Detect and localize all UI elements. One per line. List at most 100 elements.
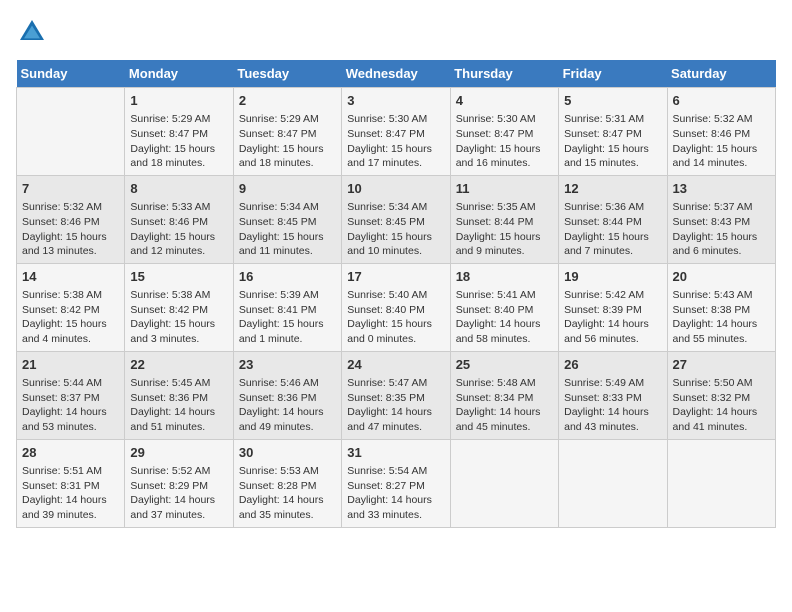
weekday-header-monday: Monday xyxy=(125,60,233,88)
day-info: Sunrise: 5:36 AM Sunset: 8:44 PM Dayligh… xyxy=(564,200,661,259)
day-number: 10 xyxy=(347,180,444,198)
day-info: Sunrise: 5:38 AM Sunset: 8:42 PM Dayligh… xyxy=(130,288,227,347)
day-info: Sunrise: 5:46 AM Sunset: 8:36 PM Dayligh… xyxy=(239,376,336,435)
day-info: Sunrise: 5:53 AM Sunset: 8:28 PM Dayligh… xyxy=(239,464,336,523)
day-info: Sunrise: 5:41 AM Sunset: 8:40 PM Dayligh… xyxy=(456,288,553,347)
day-info: Sunrise: 5:43 AM Sunset: 8:38 PM Dayligh… xyxy=(673,288,770,347)
calendar-cell: 14 Sunrise: 5:38 AM Sunset: 8:42 PM Dayli… xyxy=(17,263,125,351)
calendar-header: SundayMondayTuesdayWednesdayThursdayFrid… xyxy=(17,60,776,88)
logo-icon xyxy=(16,16,48,48)
calendar-cell: 8 Sunrise: 5:33 AM Sunset: 8:46 PM Daylig… xyxy=(125,175,233,263)
calendar-cell: 31Sunrise: 5:54 AM Sunset: 8:27 PM Dayli… xyxy=(342,439,450,527)
calendar-cell: 22 Sunrise: 5:45 AM Sunset: 8:36 PM Dayli… xyxy=(125,351,233,439)
calendar-cell: 20 Sunrise: 5:43 AM Sunset: 8:38 PM Dayli… xyxy=(667,263,775,351)
calendar-cell: 26 Sunrise: 5:49 AM Sunset: 8:33 PM Dayli… xyxy=(559,351,667,439)
calendar-cell: 17 Sunrise: 5:40 AM Sunset: 8:40 PM Dayli… xyxy=(342,263,450,351)
calendar-cell: 6 Sunrise: 5:32 AM Sunset: 8:46 PM Daylig… xyxy=(667,88,775,176)
day-info: Sunrise: 5:29 AM Sunset: 8:47 PM Dayligh… xyxy=(239,112,336,171)
day-info: Sunrise: 5:40 AM Sunset: 8:40 PM Dayligh… xyxy=(347,288,444,347)
weekday-header-saturday: Saturday xyxy=(667,60,775,88)
calendar-cell: 13Sunrise: 5:37 AM Sunset: 8:43 PM Dayli… xyxy=(667,175,775,263)
calendar-cell: 15Sunrise: 5:38 AM Sunset: 8:42 PM Dayli… xyxy=(125,263,233,351)
day-info: Sunrise: 5:49 AM Sunset: 8:33 PM Dayligh… xyxy=(564,376,661,435)
day-info: Sunrise: 5:30 AM Sunset: 8:47 PM Dayligh… xyxy=(347,112,444,171)
day-number: 29 xyxy=(130,444,227,462)
day-info: Sunrise: 5:29 AM Sunset: 8:47 PM Dayligh… xyxy=(130,112,227,171)
day-info: Sunrise: 5:48 AM Sunset: 8:34 PM Dayligh… xyxy=(456,376,553,435)
day-number: 4 xyxy=(456,92,553,110)
calendar-cell: 30 Sunrise: 5:53 AM Sunset: 8:28 PM Dayli… xyxy=(233,439,341,527)
day-number: 19 xyxy=(564,268,661,286)
weekday-header-friday: Friday xyxy=(559,60,667,88)
day-number: 30 xyxy=(239,444,336,462)
day-number: 7 xyxy=(22,180,119,198)
day-info: Sunrise: 5:34 AM Sunset: 8:45 PM Dayligh… xyxy=(347,200,444,259)
weekday-header-sunday: Sunday xyxy=(17,60,125,88)
calendar-week-4: 21 Sunrise: 5:44 AM Sunset: 8:37 PM Dayli… xyxy=(17,351,776,439)
calendar-cell: 9 Sunrise: 5:34 AM Sunset: 8:45 PM Daylig… xyxy=(233,175,341,263)
day-number: 25 xyxy=(456,356,553,374)
day-info: Sunrise: 5:42 AM Sunset: 8:39 PM Dayligh… xyxy=(564,288,661,347)
calendar-cell: 16 Sunrise: 5:39 AM Sunset: 8:41 PM Dayli… xyxy=(233,263,341,351)
calendar-cell: 10 Sunrise: 5:34 AM Sunset: 8:45 PM Dayli… xyxy=(342,175,450,263)
calendar-cell: 21 Sunrise: 5:44 AM Sunset: 8:37 PM Dayli… xyxy=(17,351,125,439)
day-number: 8 xyxy=(130,180,227,198)
day-info: Sunrise: 5:32 AM Sunset: 8:46 PM Dayligh… xyxy=(673,112,770,171)
day-number: 28 xyxy=(22,444,119,462)
day-number: 9 xyxy=(239,180,336,198)
calendar-cell: 5 Sunrise: 5:31 AM Sunset: 8:47 PM Daylig… xyxy=(559,88,667,176)
day-info: Sunrise: 5:34 AM Sunset: 8:45 PM Dayligh… xyxy=(239,200,336,259)
weekday-header-thursday: Thursday xyxy=(450,60,558,88)
calendar-cell: 4Sunrise: 5:30 AM Sunset: 8:47 PM Daylig… xyxy=(450,88,558,176)
calendar-cell xyxy=(17,88,125,176)
calendar-cell: 25 Sunrise: 5:48 AM Sunset: 8:34 PM Dayli… xyxy=(450,351,558,439)
day-info: Sunrise: 5:45 AM Sunset: 8:36 PM Dayligh… xyxy=(130,376,227,435)
day-info: Sunrise: 5:37 AM Sunset: 8:43 PM Dayligh… xyxy=(673,200,770,259)
day-number: 12 xyxy=(564,180,661,198)
calendar-cell: 18Sunrise: 5:41 AM Sunset: 8:40 PM Dayli… xyxy=(450,263,558,351)
calendar-cell: 2Sunrise: 5:29 AM Sunset: 8:47 PM Daylig… xyxy=(233,88,341,176)
day-info: Sunrise: 5:51 AM Sunset: 8:31 PM Dayligh… xyxy=(22,464,119,523)
day-info: Sunrise: 5:31 AM Sunset: 8:47 PM Dayligh… xyxy=(564,112,661,171)
day-number: 5 xyxy=(564,92,661,110)
day-info: Sunrise: 5:38 AM Sunset: 8:42 PM Dayligh… xyxy=(22,288,119,347)
day-number: 21 xyxy=(22,356,119,374)
day-info: Sunrise: 5:35 AM Sunset: 8:44 PM Dayligh… xyxy=(456,200,553,259)
calendar-cell xyxy=(450,439,558,527)
day-number: 14 xyxy=(22,268,119,286)
day-number: 26 xyxy=(564,356,661,374)
logo xyxy=(16,16,52,48)
calendar-cell: 3 Sunrise: 5:30 AM Sunset: 8:47 PM Daylig… xyxy=(342,88,450,176)
day-number: 27 xyxy=(673,356,770,374)
day-number: 1 xyxy=(130,92,227,110)
day-info: Sunrise: 5:47 AM Sunset: 8:35 PM Dayligh… xyxy=(347,376,444,435)
day-number: 22 xyxy=(130,356,227,374)
weekday-header-wednesday: Wednesday xyxy=(342,60,450,88)
day-number: 16 xyxy=(239,268,336,286)
day-number: 6 xyxy=(673,92,770,110)
calendar-cell: 27 Sunrise: 5:50 AM Sunset: 8:32 PM Dayli… xyxy=(667,351,775,439)
day-info: Sunrise: 5:50 AM Sunset: 8:32 PM Dayligh… xyxy=(673,376,770,435)
calendar-cell: 12 Sunrise: 5:36 AM Sunset: 8:44 PM Dayli… xyxy=(559,175,667,263)
calendar-cell: 24Sunrise: 5:47 AM Sunset: 8:35 PM Dayli… xyxy=(342,351,450,439)
weekday-header-tuesday: Tuesday xyxy=(233,60,341,88)
calendar-week-3: 14 Sunrise: 5:38 AM Sunset: 8:42 PM Dayli… xyxy=(17,263,776,351)
day-number: 3 xyxy=(347,92,444,110)
calendar-week-5: 28 Sunrise: 5:51 AM Sunset: 8:31 PM Dayli… xyxy=(17,439,776,527)
calendar-cell: 7Sunrise: 5:32 AM Sunset: 8:46 PM Daylig… xyxy=(17,175,125,263)
calendar-cell: 1 Sunrise: 5:29 AM Sunset: 8:47 PM Daylig… xyxy=(125,88,233,176)
day-number: 31 xyxy=(347,444,444,462)
calendar-cell: 23 Sunrise: 5:46 AM Sunset: 8:36 PM Dayli… xyxy=(233,351,341,439)
day-info: Sunrise: 5:39 AM Sunset: 8:41 PM Dayligh… xyxy=(239,288,336,347)
day-number: 23 xyxy=(239,356,336,374)
calendar-cell: 29Sunrise: 5:52 AM Sunset: 8:29 PM Dayli… xyxy=(125,439,233,527)
calendar-cell: 28 Sunrise: 5:51 AM Sunset: 8:31 PM Dayli… xyxy=(17,439,125,527)
calendar-body: 1 Sunrise: 5:29 AM Sunset: 8:47 PM Daylig… xyxy=(17,88,776,528)
day-info: Sunrise: 5:44 AM Sunset: 8:37 PM Dayligh… xyxy=(22,376,119,435)
day-info: Sunrise: 5:33 AM Sunset: 8:46 PM Dayligh… xyxy=(130,200,227,259)
day-number: 20 xyxy=(673,268,770,286)
calendar-cell: 11Sunrise: 5:35 AM Sunset: 8:44 PM Dayli… xyxy=(450,175,558,263)
weekday-row: SundayMondayTuesdayWednesdayThursdayFrid… xyxy=(17,60,776,88)
calendar-cell: 19 Sunrise: 5:42 AM Sunset: 8:39 PM Dayli… xyxy=(559,263,667,351)
day-number: 17 xyxy=(347,268,444,286)
